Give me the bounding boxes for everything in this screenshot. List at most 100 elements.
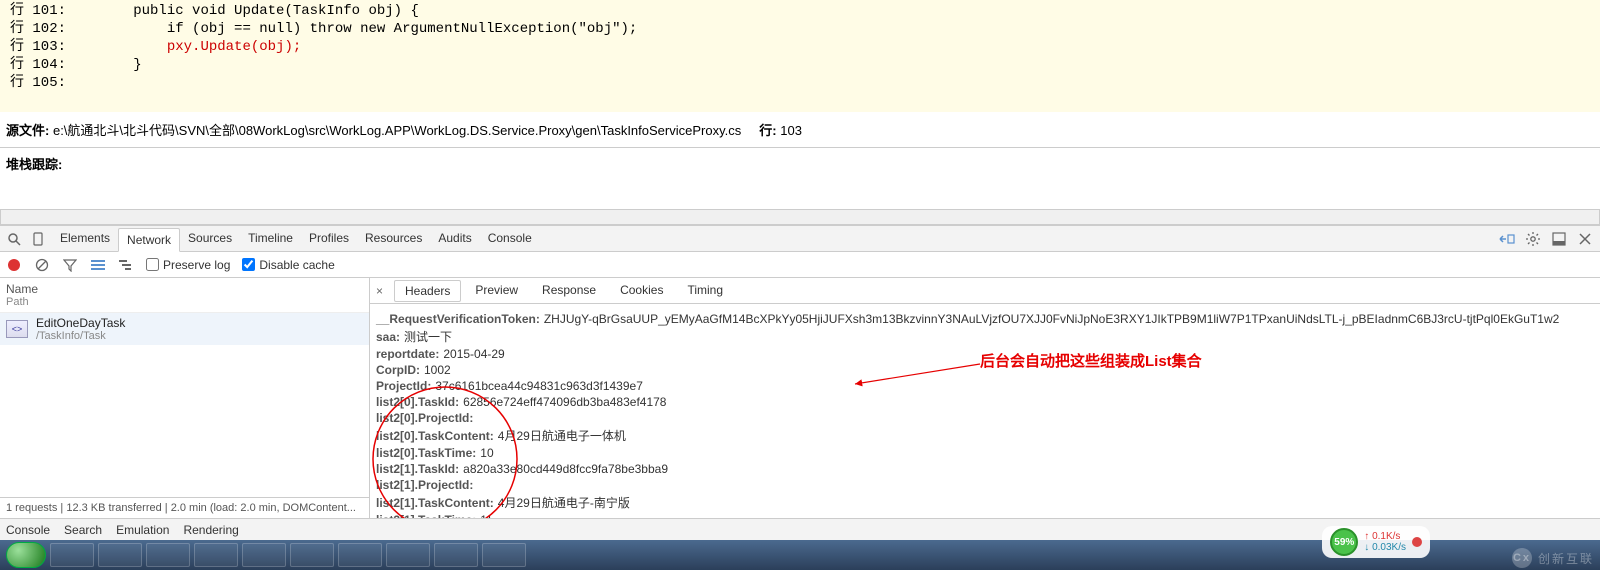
view-list-icon[interactable] (90, 257, 106, 273)
column-path: Path (6, 296, 363, 308)
form-value: 4月29日航通电子一体机 (498, 429, 626, 443)
form-data-row: list2[1].TaskId: a820a33e80cd449d8fcc9fa7… (376, 462, 1594, 476)
taskbar-item[interactable] (146, 543, 190, 567)
inspect-icon[interactable] (4, 229, 24, 249)
view-waterfall-icon[interactable] (118, 257, 134, 273)
dock-icon[interactable] (1548, 228, 1570, 250)
detail-tab-headers[interactable]: Headers (394, 280, 461, 302)
form-key: __RequestVerificationToken: (376, 312, 540, 326)
tab-timeline[interactable]: Timeline (240, 227, 301, 251)
drawer-tab-console[interactable]: Console (6, 523, 50, 537)
column-name: Name (6, 282, 363, 296)
tab-console[interactable]: Console (480, 227, 540, 251)
close-icon[interactable] (1574, 228, 1596, 250)
form-data-row: list2[0].TaskContent: 4月29日航通电子一体机 (376, 427, 1594, 444)
settings-icon[interactable] (1522, 228, 1544, 250)
network-toolbar: Preserve log Disable cache (0, 252, 1600, 278)
form-data-row: list2[1].TaskContent: 4月29日航通电子-南宁版 (376, 494, 1594, 511)
form-key: list2[1].ProjectId: (376, 478, 473, 492)
preserve-log-checkbox[interactable]: Preserve log (146, 258, 230, 272)
request-name: EditOneDayTask (36, 316, 125, 330)
form-value: 11 (480, 513, 492, 518)
form-key: ProjectId: (376, 379, 431, 393)
tab-resources[interactable]: Resources (357, 227, 430, 251)
clear-icon[interactable] (34, 257, 50, 273)
network-meter[interactable]: 59% ↑ 0.1K/s ↓ 0.03K/s (1322, 526, 1430, 558)
request-type-icon: <> (6, 320, 28, 338)
disable-cache-checkbox[interactable]: Disable cache (242, 258, 334, 272)
form-data-row: list2[1].TaskTime: 11 (376, 513, 1594, 518)
form-value: 2015-04-29 (443, 347, 504, 361)
taskbar-item[interactable] (50, 543, 94, 567)
form-key: list2[0].ProjectId: (376, 411, 473, 425)
request-list-panel: Name Path <> EditOneDayTask /TaskInfo/Ta… (0, 278, 370, 518)
form-key: list2[1].TaskContent: (376, 496, 494, 510)
form-key: list2[0].TaskContent: (376, 429, 494, 443)
form-key: reportdate: (376, 347, 439, 361)
form-value: 1002 (424, 363, 451, 377)
source-file-label: 源文件: (6, 123, 49, 138)
form-value: 4月29日航通电子-南宁版 (498, 496, 630, 510)
source-code-area: 行 101: public void Update(TaskInfo obj) … (0, 0, 1600, 112)
taskbar-item[interactable] (290, 543, 334, 567)
drawer-tab-search[interactable]: Search (64, 523, 102, 537)
form-value: 测试一下 (404, 330, 452, 344)
detail-content[interactable]: __RequestVerificationToken: ZHJUgY-qBrGsa… (370, 304, 1600, 518)
taskbar-item[interactable] (482, 543, 526, 567)
form-key: saa: (376, 330, 400, 344)
start-button[interactable] (6, 542, 46, 568)
annotation-arrow-icon (850, 359, 990, 389)
tab-audits[interactable]: Audits (430, 227, 479, 251)
network-body: Name Path <> EditOneDayTask /TaskInfo/Ta… (0, 278, 1600, 518)
code-line: 行 102: if (obj == null) throw new Argume… (10, 20, 1590, 38)
taskbar-item[interactable] (434, 543, 478, 567)
taskbar-item[interactable] (338, 543, 382, 567)
devtools-panel: ElementsNetworkSourcesTimelineProfilesRe… (0, 225, 1600, 540)
source-line-label: 行: (759, 123, 776, 138)
devtools-tab-bar: ElementsNetworkSourcesTimelineProfilesRe… (0, 226, 1600, 252)
request-detail-panel: × HeadersPreviewResponseCookiesTiming __… (370, 278, 1600, 518)
tab-elements[interactable]: Elements (52, 227, 118, 251)
form-key: list2[1].TaskId: (376, 462, 459, 476)
detail-tab-preview[interactable]: Preview (465, 280, 528, 302)
request-summary: 1 requests | 12.3 KB transferred | 2.0 m… (0, 497, 369, 518)
drawer-toggle-icon[interactable] (1496, 228, 1518, 250)
device-icon[interactable] (28, 229, 48, 249)
close-detail-icon[interactable]: × (376, 284, 390, 298)
form-value: ZHJUgY-qBrGsaUUP_yEMyAaGfM14BcXPkYy05Hji… (544, 312, 1559, 326)
form-key: list2[0].TaskTime: (376, 446, 476, 460)
tab-network[interactable]: Network (118, 228, 180, 252)
taskbar-item[interactable] (386, 543, 430, 567)
horizontal-scrollbar[interactable] (0, 209, 1600, 225)
form-data-row: list2[0].TaskTime: 10 (376, 446, 1594, 460)
record-button[interactable] (6, 257, 22, 273)
source-line-value: 103 (780, 123, 802, 138)
form-data-row: saa: 测试一下 (376, 328, 1594, 345)
taskbar-item[interactable] (194, 543, 238, 567)
request-path: /TaskInfo/Task (36, 330, 125, 342)
detail-tab-response[interactable]: Response (532, 280, 606, 302)
drawer-tab-emulation[interactable]: Emulation (116, 523, 169, 537)
filter-icon[interactable] (62, 257, 78, 273)
tab-sources[interactable]: Sources (180, 227, 240, 251)
form-key: list2[0].TaskId: (376, 395, 459, 409)
form-key: list2[1].TaskTime: (376, 513, 476, 518)
source-file-info: 源文件: e:\航通北斗\北斗代码\SVN\全部\08WorkLog\src\W… (0, 112, 1600, 148)
tab-profiles[interactable]: Profiles (301, 227, 357, 251)
code-line: 行 105: (10, 74, 1590, 92)
taskbar-item[interactable] (98, 543, 142, 567)
watermark: Cx 创新互联 (1512, 548, 1594, 568)
request-row[interactable]: <> EditOneDayTask /TaskInfo/Task (0, 313, 369, 345)
windows-taskbar[interactable]: 59% ↑ 0.1K/s ↓ 0.03K/s Cx 创新互联 (0, 540, 1600, 570)
source-file-path: e:\航通北斗\北斗代码\SVN\全部\08WorkLog\src\WorkLo… (53, 123, 741, 138)
taskbar-item[interactable] (242, 543, 286, 567)
form-data-row: list2[1].ProjectId: (376, 478, 1594, 492)
form-data-row: __RequestVerificationToken: ZHJUgY-qBrGsa… (376, 312, 1594, 326)
detail-tab-timing[interactable]: Timing (677, 280, 733, 302)
drawer-tab-rendering[interactable]: Rendering (183, 523, 238, 537)
form-value: 10 (480, 446, 493, 460)
form-value: 37c6161bcea44c94831c963d3f1439e7 (435, 379, 643, 393)
code-line: 行 104: } (10, 56, 1590, 74)
detail-tab-cookies[interactable]: Cookies (610, 280, 673, 302)
form-value: a820a33e80cd449d8fcc9fa78be3bba9 (463, 462, 668, 476)
